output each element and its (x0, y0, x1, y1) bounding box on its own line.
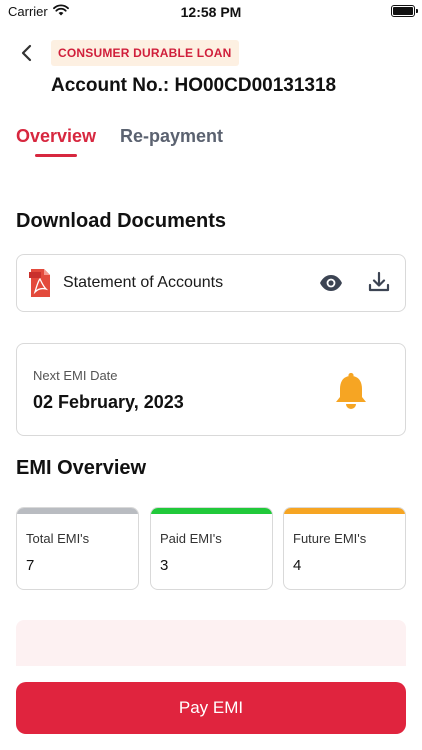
future-emis-card: Future EMI's 4 (283, 507, 406, 590)
status-bar: Carrier 12:58 PM (0, 0, 422, 24)
statement-of-accounts-label: Statement of Accounts (63, 274, 224, 291)
pay-emi-button[interactable]: Pay EMI (16, 682, 406, 734)
tab-overview[interactable]: Overview (16, 126, 96, 147)
paid-emis-bar (151, 508, 272, 514)
clock: 12:58 PM (180, 4, 242, 20)
total-emis-bar (17, 508, 138, 514)
future-emis-bar (284, 508, 405, 514)
eye-icon[interactable] (319, 273, 343, 293)
scroll-content-panel (16, 620, 406, 666)
next-emi-date-label: Next EMI Date (33, 368, 118, 383)
statement-of-accounts-card[interactable]: Statement of Accounts (16, 254, 406, 312)
paid-emis-card: Paid EMI's 3 (150, 507, 273, 590)
future-emis-label: Future EMI's (293, 531, 367, 546)
download-icon[interactable] (368, 271, 390, 293)
next-emi-date-value: 02 February, 2023 (33, 392, 184, 412)
paid-emis-label: Paid EMI's (160, 531, 222, 546)
paid-emis-value: 3 (160, 557, 169, 574)
total-emis-card: Total EMI's 7 (16, 507, 139, 590)
total-emis-label: Total EMI's (26, 531, 90, 546)
tab-repayment[interactable]: Re-payment (120, 126, 223, 147)
future-emis-value: 4 (293, 557, 302, 574)
loan-type-badge: CONSUMER DURABLE LOAN (51, 40, 239, 66)
back-chevron-icon[interactable] (16, 42, 38, 64)
pdf-icon (29, 269, 50, 297)
active-tab-indicator (35, 154, 77, 157)
emi-overview-title: EMI Overview (16, 457, 147, 479)
download-documents-title: Download Documents (16, 210, 227, 232)
account-number: Account No.: HO00CD00131318 (51, 75, 337, 96)
bell-icon[interactable] (333, 372, 369, 410)
next-emi-card: Next EMI Date 02 February, 2023 (16, 343, 406, 436)
battery-icon (391, 5, 418, 17)
total-emis-value: 7 (26, 557, 35, 574)
